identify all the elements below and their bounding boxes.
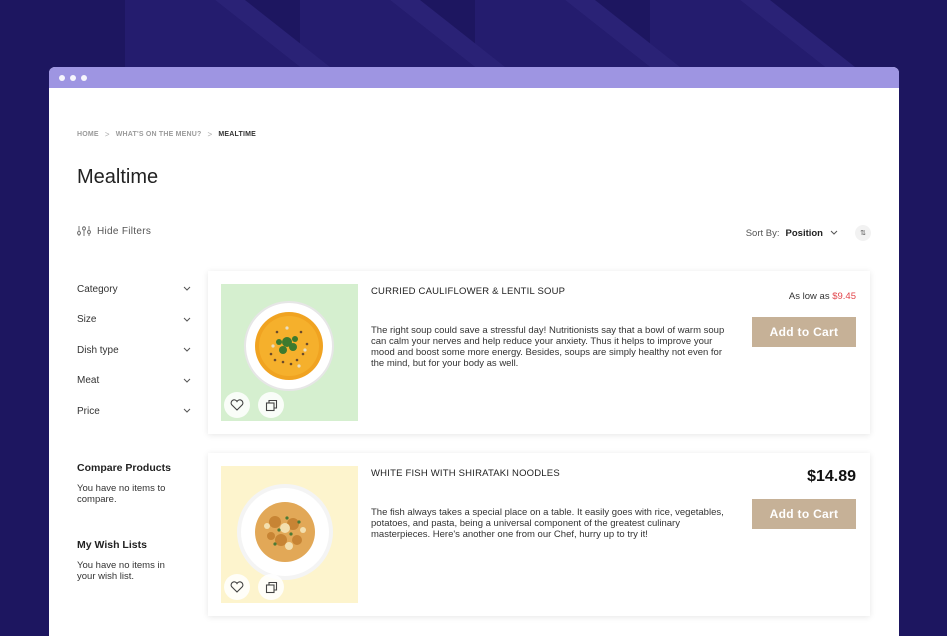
window-dot	[81, 74, 87, 81]
sliders-icon	[77, 226, 91, 236]
sort-bar: Sort By: Position ⇅	[746, 225, 871, 241]
filter-price[interactable]: Price	[77, 396, 192, 427]
product-name[interactable]: WHITE FISH WITH SHIRATAKI NOODLES	[371, 468, 560, 479]
add-to-compare-button[interactable]	[258, 392, 284, 418]
add-to-wishlist-button[interactable]	[224, 574, 250, 600]
chevron-down-icon	[183, 378, 191, 383]
add-to-cart-button[interactable]: Add to Cart	[752, 499, 856, 529]
price-box: $14.89	[807, 468, 856, 486]
product-description: The right soup could save a stressful da…	[371, 325, 725, 369]
product-card: CURRIED CAULIFLOWER & LENTIL SOUP The ri…	[208, 271, 870, 434]
wishlist-block: My Wish Lists You have no items in your …	[77, 539, 192, 582]
product-card: WHITE FISH WITH SHIRATAKI NOODLES The fi…	[208, 453, 870, 616]
page-content: HOME > WHAT'S ON THE MENU? > MEALTIME Me…	[49, 88, 899, 636]
filter-label: Dish type	[77, 344, 119, 356]
wishlist-title: My Wish Lists	[77, 538, 147, 551]
compare-products-block: Compare Products You have no items to co…	[77, 462, 192, 505]
filter-dish-type[interactable]: Dish type	[77, 335, 192, 366]
product-image[interactable]	[221, 284, 358, 421]
filter-label: Meat	[77, 375, 100, 387]
filter-label: Price	[77, 405, 100, 417]
sort-label: Sort By:	[745, 227, 780, 239]
chevron-down-icon	[183, 347, 191, 352]
compare-icon	[265, 581, 277, 593]
heart-icon	[230, 581, 244, 593]
wishlist-text: You have no items in your wish list.	[77, 559, 165, 582]
window-dot	[59, 74, 65, 81]
price-amount: $9.45	[832, 291, 856, 302]
heart-icon	[230, 399, 244, 411]
breadcrumb: HOME > WHAT'S ON THE MENU? > MEALTIME	[77, 130, 256, 139]
product-description: The fish always takes a special place on…	[371, 507, 724, 540]
product-name[interactable]: CURRIED CAULIFLOWER & LENTIL SOUP	[371, 286, 565, 297]
add-to-wishlist-button[interactable]	[224, 392, 250, 418]
price-prefix: As low as	[788, 291, 830, 302]
price-box: As low as $9.45	[789, 291, 856, 302]
chevron-down-icon	[183, 286, 191, 291]
compare-products-title: Compare Products	[77, 461, 171, 474]
filter-category[interactable]: Category	[77, 274, 192, 305]
chevron-down-icon	[183, 317, 191, 322]
compare-products-text: You have no items to compare.	[77, 482, 166, 505]
breadcrumb-current: MEALTIME	[218, 131, 257, 138]
browser-window: HOME > WHAT'S ON THE MENU? > MEALTIME Me…	[49, 67, 899, 636]
image-actions	[221, 574, 284, 600]
add-to-compare-button[interactable]	[258, 574, 284, 600]
page-title: Mealtime	[77, 166, 159, 188]
window-titlebar	[49, 67, 899, 88]
breadcrumb-home[interactable]: HOME	[77, 131, 99, 138]
sort-select[interactable]: Position	[786, 228, 823, 239]
compare-icon	[265, 399, 277, 411]
chevron-down-icon	[830, 230, 838, 235]
filter-size[interactable]: Size	[77, 305, 192, 336]
product-image[interactable]	[221, 466, 358, 603]
filter-meat[interactable]: Meat	[77, 366, 192, 397]
breadcrumb-separator: >	[207, 130, 213, 139]
breadcrumb-menu[interactable]: WHAT'S ON THE MENU?	[116, 131, 202, 138]
filters-sidebar: Category Size Dish type Meat Price Compa…	[77, 274, 192, 582]
filter-label: Category	[77, 283, 118, 295]
sort-direction-button[interactable]: ⇅	[855, 225, 871, 241]
window-dot	[70, 74, 76, 81]
add-to-cart-button[interactable]: Add to Cart	[752, 317, 856, 347]
filter-label: Size	[77, 314, 97, 326]
price-amount: $14.89	[807, 468, 856, 485]
image-actions	[221, 392, 284, 418]
hide-filters-button[interactable]: Hide Filters	[77, 225, 151, 237]
hide-filters-label: Hide Filters	[97, 225, 152, 237]
chevron-down-icon	[183, 408, 191, 413]
breadcrumb-separator: >	[104, 130, 110, 139]
price-low-as: As low as $9.45	[789, 291, 856, 302]
product-list: CURRIED CAULIFLOWER & LENTIL SOUP The ri…	[208, 271, 870, 635]
